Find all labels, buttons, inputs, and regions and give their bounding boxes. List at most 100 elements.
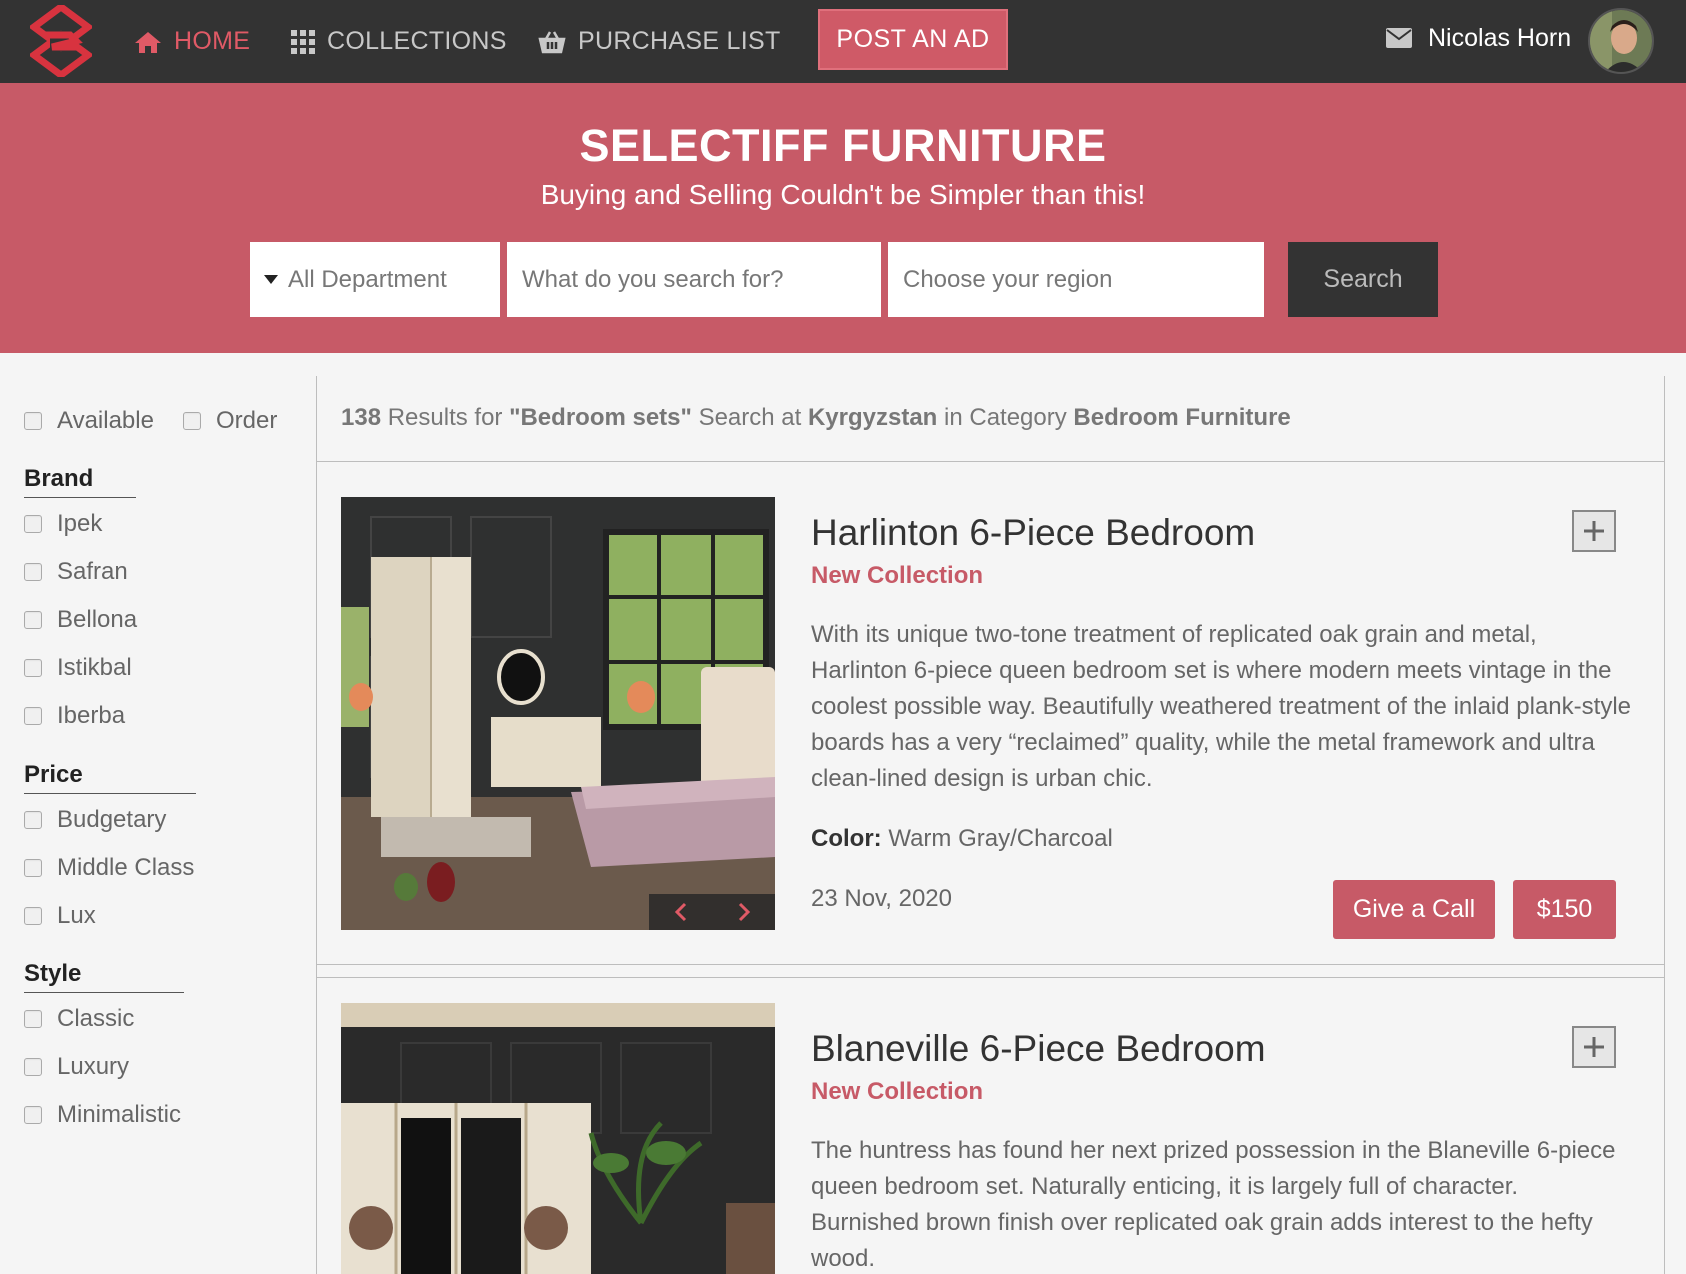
chevron-right-icon[interactable] bbox=[736, 902, 752, 922]
checkbox[interactable] bbox=[24, 611, 42, 629]
checkbox[interactable] bbox=[24, 515, 42, 533]
filters-sidebar: Available Order Brand Ipek Safran Bellon… bbox=[0, 353, 316, 1274]
grid-icon bbox=[291, 29, 315, 54]
checkbox[interactable] bbox=[24, 412, 42, 430]
plus-icon bbox=[1584, 1037, 1604, 1057]
checkbox[interactable] bbox=[24, 659, 42, 677]
filter-label: Ipek bbox=[57, 510, 103, 537]
filter-brand-safran[interactable]: Safran bbox=[24, 558, 128, 586]
add-to-list-button[interactable] bbox=[1572, 1026, 1616, 1068]
plus-icon bbox=[1584, 521, 1604, 541]
divider bbox=[317, 461, 1664, 462]
filter-label: Middle Class bbox=[57, 854, 195, 881]
user-name[interactable]: Nicolas Horn bbox=[1428, 0, 1571, 76]
filter-price-budgetary[interactable]: Budgetary bbox=[24, 806, 166, 834]
basket-icon bbox=[538, 30, 566, 54]
results-count: 138 bbox=[341, 404, 382, 431]
filter-label: Istikbal bbox=[57, 654, 132, 681]
search-button[interactable]: Search bbox=[1288, 242, 1438, 317]
filter-label: Iberba bbox=[57, 702, 126, 729]
filter-price-lux[interactable]: Lux bbox=[24, 902, 96, 930]
product-tag: New Collection bbox=[811, 562, 984, 589]
filter-brand-istikbal[interactable]: Istikbal bbox=[24, 654, 132, 682]
results-query: "Bedroom sets" bbox=[509, 404, 692, 431]
filter-style-classic[interactable]: Classic bbox=[24, 1005, 134, 1033]
product-image[interactable] bbox=[341, 497, 775, 930]
product-image[interactable] bbox=[341, 1003, 775, 1274]
mail-icon[interactable] bbox=[1386, 28, 1412, 48]
style-group-title: Style bbox=[24, 960, 184, 993]
results-region: Kyrgyzstan bbox=[807, 404, 938, 431]
filter-label: Classic bbox=[57, 1005, 135, 1032]
color-value: Warm Gray/Charcoal bbox=[881, 825, 1113, 852]
nav-collections-label: COLLECTIONS bbox=[327, 27, 507, 55]
filter-price-middle-class[interactable]: Middle Class bbox=[24, 854, 194, 882]
price-group-title: Price bbox=[24, 761, 196, 794]
dropdown-caret-icon bbox=[264, 275, 278, 284]
results-right-border bbox=[1664, 376, 1665, 1274]
filter-brand-bellona[interactable]: Bellona bbox=[24, 606, 137, 634]
filter-label: Minimalistic bbox=[57, 1101, 182, 1128]
site-tagline: Buying and Selling Couldn't be Simpler t… bbox=[540, 179, 1146, 210]
filter-style-minimalistic[interactable]: Minimalistic bbox=[24, 1101, 181, 1129]
results-text: Results for bbox=[381, 404, 510, 431]
results-left-border bbox=[316, 376, 317, 1274]
department-value: All Department bbox=[288, 265, 447, 293]
department-select[interactable]: All Department bbox=[250, 242, 500, 317]
divider bbox=[317, 964, 1664, 965]
filter-label: Budgetary bbox=[57, 806, 167, 833]
filter-style-luxury[interactable]: Luxury bbox=[24, 1053, 129, 1081]
product-title[interactable]: Blaneville 6-Piece Bedroom bbox=[811, 1028, 1266, 1070]
search-input[interactable] bbox=[507, 242, 881, 317]
filter-label: Lux bbox=[57, 902, 96, 929]
filter-available[interactable]: Available bbox=[24, 407, 154, 435]
nav-purchase-label: PURCHASE LIST bbox=[578, 27, 781, 55]
checkbox[interactable] bbox=[24, 1106, 42, 1124]
filter-brand-ipek[interactable]: Ipek bbox=[24, 510, 102, 538]
checkbox[interactable] bbox=[24, 859, 42, 877]
brand-group-title: Brand bbox=[24, 465, 136, 498]
hero-banner: SELECTIFF FURNITURE Buying and Selling C… bbox=[0, 83, 1686, 353]
product-date: 23 Nov, 2020 bbox=[811, 885, 952, 912]
results-text: Search at bbox=[691, 404, 808, 431]
filter-label: Safran bbox=[57, 558, 128, 585]
checkbox[interactable] bbox=[24, 563, 42, 581]
checkbox[interactable] bbox=[24, 907, 42, 925]
product-title[interactable]: Harlinton 6-Piece Bedroom bbox=[811, 512, 1255, 554]
site-title: SELECTIFF FURNITURE bbox=[579, 120, 1107, 171]
checkbox[interactable] bbox=[24, 1058, 42, 1076]
nav-collections[interactable]: COLLECTIONS bbox=[291, 0, 507, 83]
filter-label: Luxury bbox=[57, 1053, 130, 1080]
results-summary: 138 Results for "Bedroom sets" Search at… bbox=[341, 404, 1291, 432]
nav-purchase-list[interactable]: PURCHASE LIST bbox=[538, 0, 781, 83]
checkbox[interactable] bbox=[24, 707, 42, 725]
add-to-list-button[interactable] bbox=[1572, 510, 1616, 552]
home-icon bbox=[134, 30, 162, 54]
filter-brand-iberba[interactable]: Iberba bbox=[24, 702, 125, 730]
filter-label: Bellona bbox=[57, 606, 138, 633]
chevron-left-icon[interactable] bbox=[673, 902, 689, 922]
product-description: With its unique two-tone treatment of re… bbox=[811, 621, 1631, 792]
top-navbar: HOME COLLECTIONS PURCHASE LIST POST AN A… bbox=[0, 0, 1686, 83]
post-ad-button[interactable]: POST AN AD bbox=[818, 9, 1008, 70]
region-input[interactable] bbox=[888, 242, 1264, 317]
nav-home-label: HOME bbox=[174, 27, 251, 55]
brand-logo[interactable] bbox=[30, 5, 92, 77]
divider bbox=[317, 977, 1664, 978]
results-category: Bedroom Furniture bbox=[1073, 404, 1291, 431]
results-text: in Category bbox=[937, 404, 1074, 431]
checkbox[interactable] bbox=[24, 1010, 42, 1028]
product-color: Color: Warm Gray/Charcoal bbox=[811, 825, 1113, 853]
product-description: The huntress has found her next prized p… bbox=[811, 1137, 1616, 1272]
product-tag: New Collection bbox=[811, 1078, 984, 1105]
give-a-call-button[interactable]: Give a Call bbox=[1333, 880, 1495, 939]
filter-label: Available bbox=[57, 407, 154, 434]
filter-label: Order bbox=[216, 407, 278, 434]
checkbox[interactable] bbox=[183, 412, 201, 430]
nav-home[interactable]: HOME bbox=[134, 0, 250, 83]
checkbox[interactable] bbox=[24, 811, 42, 829]
filter-order[interactable]: Order bbox=[183, 407, 277, 435]
price-button[interactable]: $150 bbox=[1513, 880, 1616, 939]
user-avatar[interactable] bbox=[1588, 8, 1654, 74]
color-label: Color: bbox=[811, 825, 882, 852]
